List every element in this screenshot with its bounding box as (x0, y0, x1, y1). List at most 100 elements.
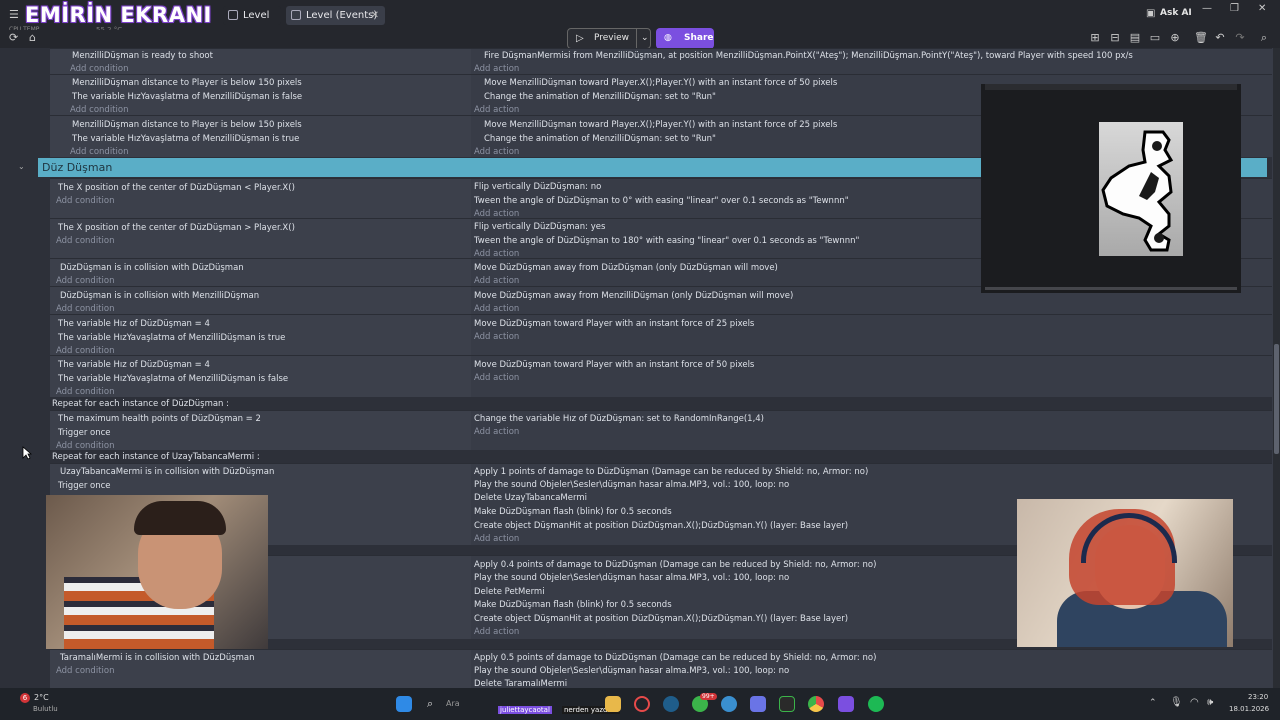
collapse-group-icon[interactable]: ⌄ (18, 162, 25, 171)
spotify-icon[interactable] (868, 696, 884, 712)
gdevelop-icon[interactable] (838, 696, 854, 712)
events-scrollbar-thumb[interactable] (1274, 344, 1279, 454)
event-row[interactable]: The variable Hız of DüzDüşman = 4 The va… (50, 314, 1272, 356)
event-row[interactable]: The variable Hız of DüzDüşman = 4 The va… (50, 355, 1272, 397)
clock-time[interactable]: 23:20 (1248, 693, 1268, 701)
action-text[interactable]: Tween the angle of DüzDüşman to 180° wit… (474, 236, 859, 246)
add-subevent-icon[interactable]: ⊟ (1109, 32, 1121, 44)
add-condition-link[interactable]: Add condition (70, 147, 128, 157)
action-text[interactable]: Move MenzilliDüşman toward Player.X();Pl… (484, 120, 837, 130)
action-text[interactable]: Move DüzDüşman away from DüzDüşman (only… (474, 263, 778, 273)
event-row[interactable]: MenzilliDüşman is ready to shoot Add con… (50, 48, 1272, 74)
network-app-icon[interactable] (721, 696, 737, 712)
add-condition-link[interactable]: Add condition (70, 105, 128, 115)
condition-text[interactable]: DüzDüşman is in collision with DüzDüşman (60, 263, 244, 273)
condition-text[interactable]: The variable HızYavaşlatma of MenzilliDü… (58, 333, 285, 343)
condition-text[interactable]: TaramalıMermi is in collision with DüzDü… (60, 653, 255, 663)
tab-level-events[interactable]: Level (Events) ✕ (286, 6, 385, 25)
undo-icon[interactable]: ↶ (1214, 32, 1226, 44)
add-condition-link[interactable]: Add condition (56, 304, 114, 314)
add-icon[interactable]: ⊕ (1169, 32, 1181, 44)
share-button[interactable]: ◍ Share (656, 28, 714, 49)
chrome-icon[interactable] (808, 696, 824, 712)
microphone-icon[interactable]: 🎙 (1170, 697, 1183, 708)
action-text[interactable]: Change the animation of MenzilliDüşman: … (484, 92, 716, 102)
action-text[interactable]: Move DüzDüşman away from MenzilliDüşman … (474, 291, 793, 301)
add-group-icon[interactable]: ▤ (1129, 32, 1141, 44)
redo-icon[interactable]: ↷ (1234, 32, 1246, 44)
action-text[interactable]: Make DüzDüşman flash (blink) for 0.5 sec… (474, 600, 672, 610)
condition-text[interactable]: The variable Hız of DüzDüşman = 4 (58, 319, 210, 329)
refresh-icon[interactable]: ⟳ (9, 31, 18, 44)
condition-text[interactable]: The variable HızYavaşlatma of MenzilliDü… (72, 92, 302, 102)
close-window-icon[interactable]: ✕ (1258, 3, 1266, 14)
discord-icon[interactable] (750, 696, 766, 712)
preview-dropdown-icon[interactable]: ⌄ (636, 29, 649, 48)
condition-text[interactable]: The variable HızYavaşlatma of MenzilliDü… (72, 134, 299, 144)
media-app-icon[interactable] (779, 696, 795, 712)
add-action-link[interactable]: Add action (474, 304, 519, 314)
action-text[interactable]: Change the animation of MenzilliDüşman: … (484, 134, 716, 144)
action-text[interactable]: Change the variable Hız of DüzDüşman: se… (474, 414, 764, 424)
condition-text[interactable]: The variable HızYavaşlatma of MenzilliDü… (58, 374, 288, 384)
action-text[interactable]: Play the sound Objeler\Sesler\düşman has… (474, 573, 789, 583)
condition-text[interactable]: The maximum health points of DüzDüşman =… (58, 414, 261, 424)
condition-text[interactable]: MenzilliDüşman distance to Player is bel… (72, 78, 302, 88)
condition-text[interactable]: The X position of the center of DüzDüşma… (58, 183, 295, 193)
add-condition-link[interactable]: Add condition (56, 387, 114, 397)
add-action-link[interactable]: Add action (474, 64, 519, 74)
add-condition-link[interactable]: Add condition (56, 236, 114, 246)
delete-icon[interactable]: 🗑 (1194, 32, 1208, 44)
action-text[interactable]: Apply 0.5 points of damage to DüzDüşman … (474, 653, 876, 663)
add-condition-link[interactable]: Add condition (56, 196, 114, 206)
maximize-icon[interactable]: ❐ (1230, 3, 1239, 14)
action-text[interactable]: Move MenzilliDüşman toward Player.X();Pl… (484, 78, 837, 88)
search-icon[interactable]: ⌕ (1258, 32, 1270, 44)
action-text[interactable]: Fire DüşmanMermisi from MenzilliDüşman, … (484, 51, 1133, 61)
ask-ai-button[interactable]: Ask AI (1160, 8, 1192, 18)
action-text[interactable]: Apply 0.4 points of damage to DüzDüşman … (474, 560, 876, 570)
tray-chevron-icon[interactable]: ⌃ (1149, 698, 1157, 708)
action-text[interactable]: Move DüzDüşman toward Player with an ins… (474, 319, 754, 329)
event-row[interactable]: The maximum health points of DüzDüşman =… (50, 410, 1272, 451)
preview-button[interactable]: ▷ Preview ⌄ (567, 28, 651, 49)
weather-label[interactable]: Bulutlu (33, 705, 58, 713)
weather-temp[interactable]: 2°C (34, 693, 49, 702)
add-action-link[interactable]: Add action (474, 147, 519, 157)
add-condition-link[interactable]: Add condition (56, 666, 114, 676)
volume-icon[interactable]: 🕪 (1207, 697, 1213, 708)
action-text[interactable]: Flip vertically DüzDüşman: yes (474, 222, 605, 232)
comment-icon[interactable]: ▭ (1149, 32, 1161, 44)
action-text[interactable]: Apply 1 points of damage to DüzDüşman (D… (474, 467, 868, 477)
menu-icon[interactable]: ☰ (9, 8, 19, 21)
condition-text[interactable]: MenzilliDüşman distance to Player is bel… (72, 120, 302, 130)
steam-icon[interactable] (663, 696, 679, 712)
add-event-icon[interactable]: ⊞ (1089, 32, 1101, 44)
action-text[interactable]: Play the sound Objeler\Sesler\düşman has… (474, 666, 789, 676)
action-text[interactable]: Make DüzDüşman flash (blink) for 0.5 sec… (474, 507, 672, 517)
add-action-link[interactable]: Add action (474, 276, 519, 286)
repeat-header[interactable]: Repeat for each instance of UzayTabancaM… (52, 452, 260, 462)
add-condition-link[interactable]: Add condition (56, 276, 114, 286)
condition-text[interactable]: DüzDüşman is in collision with MenzilliD… (60, 291, 259, 301)
add-condition-link[interactable]: Add condition (70, 64, 128, 74)
opera-icon[interactable] (634, 696, 650, 712)
file-explorer-icon[interactable] (605, 696, 621, 712)
condition-text[interactable]: UzayTabancaMermi is in collision with Dü… (60, 467, 274, 477)
action-text[interactable]: Create object DüşmanHit at position DüzD… (474, 614, 848, 624)
close-tab-icon[interactable]: ✕ (371, 6, 379, 25)
action-text[interactable]: Play the sound Objeler\Sesler\düşman has… (474, 480, 789, 490)
add-action-link[interactable]: Add action (474, 105, 519, 115)
ask-ai-icon[interactable]: ▣ (1146, 8, 1155, 19)
action-text[interactable]: Flip vertically DüzDüşman: no (474, 182, 601, 192)
action-text[interactable]: Move DüzDüşman toward Player with an ins… (474, 360, 754, 370)
condition-text[interactable]: Trigger once (58, 481, 111, 491)
home-icon[interactable]: ⌂ (29, 31, 36, 44)
condition-text[interactable]: The X position of the center of DüzDüşma… (58, 223, 295, 233)
condition-text[interactable]: MenzilliDüşman is ready to shoot (72, 51, 213, 61)
repeat-header[interactable]: Repeat for each instance of DüzDüşman : (52, 399, 229, 409)
minimize-icon[interactable]: — (1202, 3, 1212, 14)
add-action-link[interactable]: Add action (474, 534, 519, 544)
condition-text[interactable]: Trigger once (58, 428, 111, 438)
start-icon[interactable] (396, 696, 412, 712)
